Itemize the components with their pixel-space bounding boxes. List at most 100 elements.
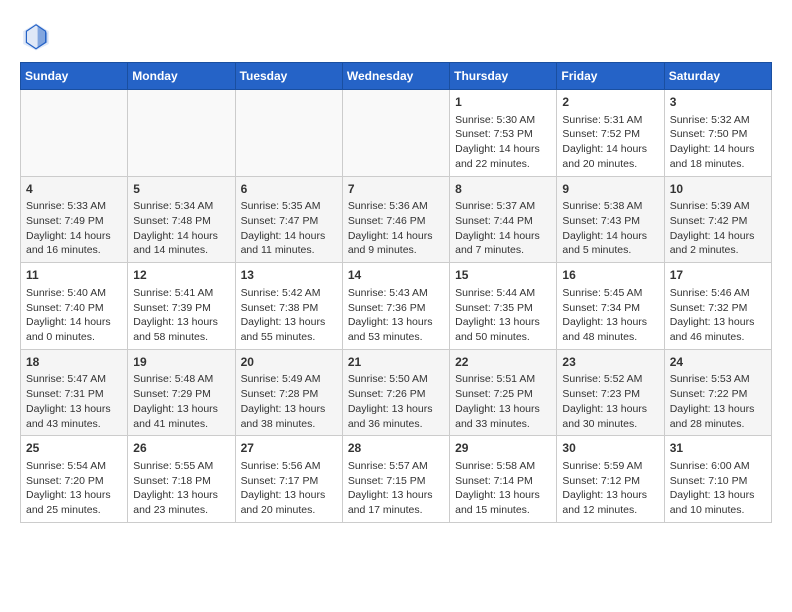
day-info-line: and 7 minutes. [455,243,551,258]
day-info-line: Sunset: 7:18 PM [133,474,229,489]
day-info-line: Sunset: 7:15 PM [348,474,444,489]
day-info-line: and 16 minutes. [26,243,122,258]
day-number: 28 [348,440,444,457]
day-info-line: Sunset: 7:39 PM [133,301,229,316]
day-info-line: Sunset: 7:34 PM [562,301,658,316]
day-info-line: Sunrise: 5:32 AM [670,113,766,128]
calendar-cell: 21Sunrise: 5:50 AMSunset: 7:26 PMDayligh… [342,349,449,436]
day-info-line: and 20 minutes. [562,157,658,172]
day-number: 23 [562,354,658,371]
day-info-line: and 38 minutes. [241,417,337,432]
day-info-line: Sunrise: 5:46 AM [670,286,766,301]
day-info-line: Sunrise: 5:44 AM [455,286,551,301]
day-info-line: Sunrise: 5:58 AM [455,459,551,474]
day-number: 6 [241,181,337,198]
day-info-line: Sunrise: 5:56 AM [241,459,337,474]
day-number: 10 [670,181,766,198]
day-info-line: Daylight: 14 hours [348,229,444,244]
calendar-cell: 13Sunrise: 5:42 AMSunset: 7:38 PMDayligh… [235,263,342,350]
day-info-line: and 2 minutes. [670,243,766,258]
day-info-line: Sunset: 7:10 PM [670,474,766,489]
day-info-line: Sunset: 7:14 PM [455,474,551,489]
day-number: 27 [241,440,337,457]
day-info-line: Daylight: 13 hours [562,315,658,330]
day-info-line: Daylight: 13 hours [455,402,551,417]
day-info-line: and 0 minutes. [26,330,122,345]
day-info-line: Sunrise: 5:49 AM [241,372,337,387]
day-info-line: Sunset: 7:49 PM [26,214,122,229]
day-info-line: Sunrise: 5:59 AM [562,459,658,474]
day-info-line: Sunrise: 5:50 AM [348,372,444,387]
day-info-line: Sunset: 7:32 PM [670,301,766,316]
day-info-line: and 17 minutes. [348,503,444,518]
day-info-line: Daylight: 13 hours [562,402,658,417]
day-info-line: and 20 minutes. [241,503,337,518]
day-info-line: Sunset: 7:53 PM [455,127,551,142]
day-info-line: Sunrise: 5:45 AM [562,286,658,301]
day-info-line: Daylight: 13 hours [670,402,766,417]
day-info-line: and 25 minutes. [26,503,122,518]
day-info-line: Sunset: 7:43 PM [562,214,658,229]
day-info-line: Sunset: 7:38 PM [241,301,337,316]
day-info-line: Daylight: 13 hours [133,315,229,330]
day-info-line: Daylight: 13 hours [241,488,337,503]
day-info-line: Daylight: 13 hours [241,315,337,330]
calendar-cell: 10Sunrise: 5:39 AMSunset: 7:42 PMDayligh… [664,176,771,263]
calendar-cell: 19Sunrise: 5:48 AMSunset: 7:29 PMDayligh… [128,349,235,436]
day-info-line: Sunrise: 5:35 AM [241,199,337,214]
day-info-line: Daylight: 13 hours [455,315,551,330]
day-info-line: Daylight: 13 hours [133,488,229,503]
day-info-line: and 43 minutes. [26,417,122,432]
day-number: 1 [455,94,551,111]
calendar-cell: 14Sunrise: 5:43 AMSunset: 7:36 PMDayligh… [342,263,449,350]
calendar-cell: 31Sunrise: 6:00 AMSunset: 7:10 PMDayligh… [664,436,771,523]
day-info-line: Daylight: 14 hours [562,229,658,244]
calendar-cell: 6Sunrise: 5:35 AMSunset: 7:47 PMDaylight… [235,176,342,263]
day-number: 29 [455,440,551,457]
col-header-friday: Friday [557,63,664,90]
day-info-line: Sunset: 7:52 PM [562,127,658,142]
day-number: 7 [348,181,444,198]
day-info-line: Sunset: 7:29 PM [133,387,229,402]
day-info-line: Daylight: 14 hours [670,142,766,157]
day-info-line: Sunset: 7:35 PM [455,301,551,316]
day-info-line: Sunset: 7:23 PM [562,387,658,402]
calendar-cell [128,90,235,177]
day-info-line: and 10 minutes. [670,503,766,518]
day-info-line: Sunset: 7:40 PM [26,301,122,316]
calendar-cell: 25Sunrise: 5:54 AMSunset: 7:20 PMDayligh… [21,436,128,523]
day-info-line: Sunset: 7:25 PM [455,387,551,402]
day-info-line: Daylight: 14 hours [562,142,658,157]
day-info-line: Sunset: 7:17 PM [241,474,337,489]
day-info-line: Daylight: 14 hours [26,315,122,330]
day-info-line: and 14 minutes. [133,243,229,258]
day-info-line: and 9 minutes. [348,243,444,258]
day-info-line: Sunset: 7:47 PM [241,214,337,229]
day-info-line: Sunrise: 5:41 AM [133,286,229,301]
day-info-line: Daylight: 13 hours [133,402,229,417]
calendar-cell: 20Sunrise: 5:49 AMSunset: 7:28 PMDayligh… [235,349,342,436]
day-info-line: Sunset: 7:50 PM [670,127,766,142]
day-info-line: and 23 minutes. [133,503,229,518]
day-info-line: Daylight: 13 hours [348,488,444,503]
day-info-line: Sunset: 7:31 PM [26,387,122,402]
calendar-cell: 3Sunrise: 5:32 AMSunset: 7:50 PMDaylight… [664,90,771,177]
day-info-line: and 11 minutes. [241,243,337,258]
day-info-line: Daylight: 14 hours [455,142,551,157]
page-header [20,20,772,52]
day-number: 12 [133,267,229,284]
day-info-line: Daylight: 13 hours [562,488,658,503]
day-info-line: Daylight: 13 hours [455,488,551,503]
day-info-line: and 46 minutes. [670,330,766,345]
day-info-line: Sunrise: 5:55 AM [133,459,229,474]
day-info-line: Sunrise: 5:36 AM [348,199,444,214]
calendar-cell: 23Sunrise: 5:52 AMSunset: 7:23 PMDayligh… [557,349,664,436]
day-info-line: Sunrise: 5:33 AM [26,199,122,214]
day-info-line: Daylight: 13 hours [670,315,766,330]
col-header-monday: Monday [128,63,235,90]
day-info-line: and 50 minutes. [455,330,551,345]
day-info-line: Sunrise: 5:42 AM [241,286,337,301]
day-info-line: and 53 minutes. [348,330,444,345]
day-number: 4 [26,181,122,198]
day-info-line: Daylight: 14 hours [670,229,766,244]
